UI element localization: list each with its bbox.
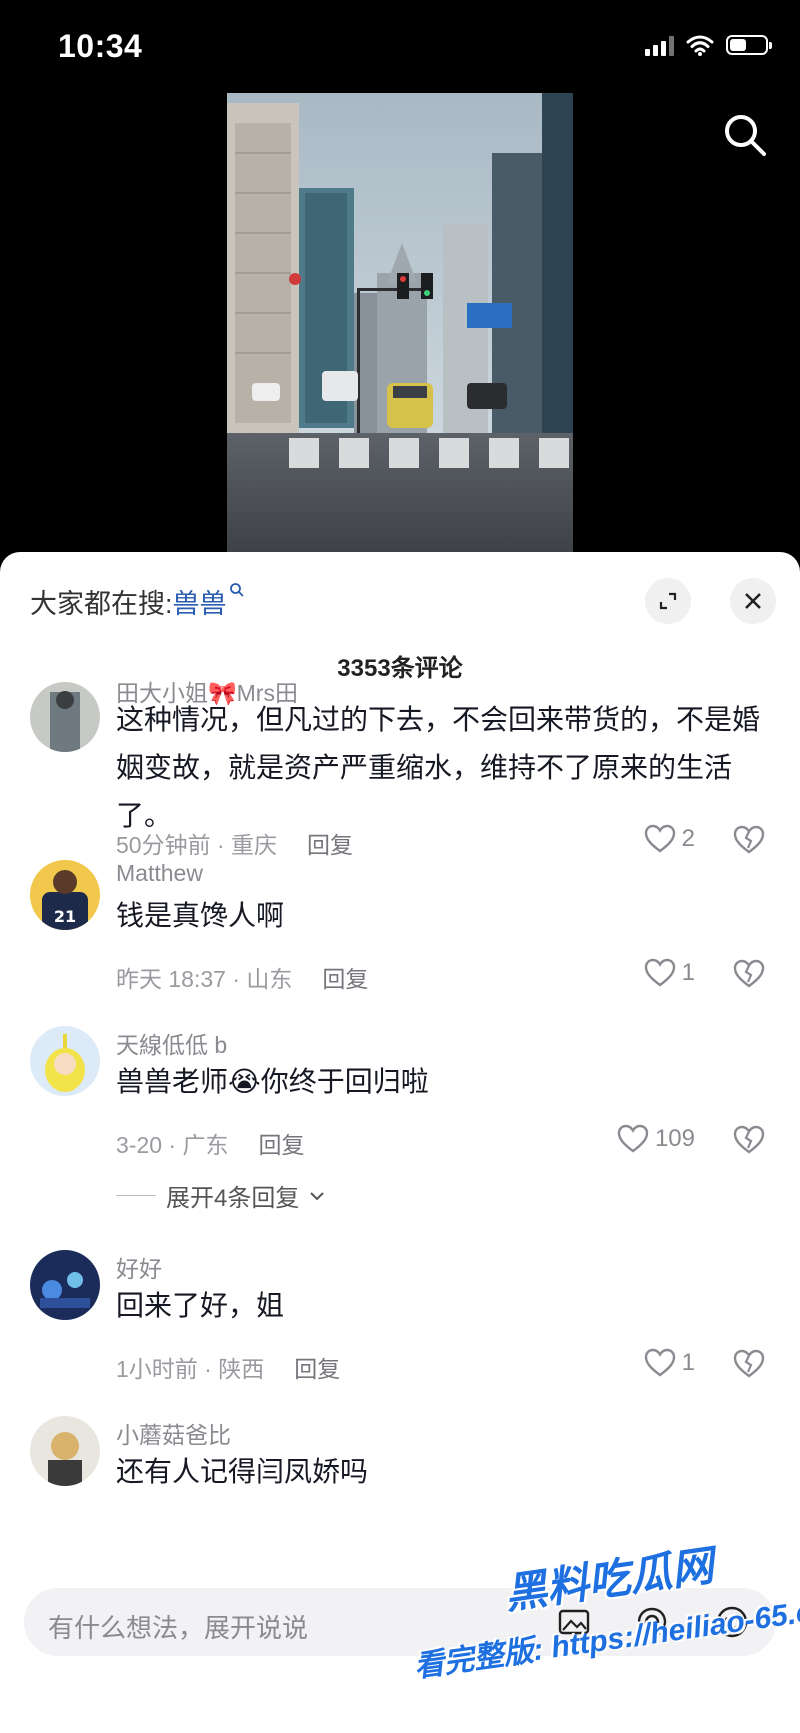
avatar[interactable]	[30, 1416, 100, 1486]
like-count: 2	[681, 825, 695, 852]
hot-search-prefix: 大家都在搜:	[30, 589, 173, 619]
svg-text:21: 21	[54, 907, 76, 926]
like-count: 109	[654, 1125, 695, 1152]
reply-button[interactable]: 回复	[322, 966, 368, 992]
comment-item: 21 Matthew 钱是真馋人啊 昨天 18:37 · 山东 回复 1	[0, 852, 800, 1002]
broken-heart-icon[interactable]	[732, 1124, 766, 1156]
comment-text-body: 还有人记得闫凤娇	[116, 1456, 341, 1487]
comment-text-suffix: 吗	[340, 1456, 369, 1487]
broken-heart-icon[interactable]	[732, 1348, 766, 1380]
battery-icon	[726, 35, 772, 55]
comment-time-location: 1小时前 · 陕西	[116, 1356, 265, 1382]
hot-search[interactable]: 大家都在搜:兽兽	[30, 582, 245, 621]
comment-username[interactable]: Matthew	[116, 860, 203, 887]
heart-icon	[644, 958, 675, 987]
avatar[interactable]	[30, 1250, 100, 1320]
comment-username[interactable]: 小蘑菇爸比	[116, 1416, 231, 1450]
chevron-down-icon	[310, 1191, 325, 1200]
like-count: 1	[681, 1349, 695, 1376]
expand-replies-button[interactable]: 展开4条回复	[116, 1178, 325, 1213]
comment-text: 还有人记得闫凤娇吗	[116, 1448, 776, 1488]
comment-item: 天線低低 b 兽兽老师😭你终于回归啦 3-20 · 广东 回复 109 展开4条回…	[0, 1018, 800, 1228]
like-button[interactable]: 2	[644, 824, 695, 854]
fullscreen-icon	[659, 592, 677, 610]
comment-meta: 昨天 18:37 · 山东 回复	[116, 960, 368, 994]
reply-button[interactable]: 回复	[258, 1132, 304, 1158]
hot-search-keyword[interactable]: 兽兽	[173, 589, 227, 619]
reply-button[interactable]: 回复	[294, 1356, 340, 1382]
comment-text: 回来了好，姐	[116, 1290, 285, 1321]
comment-username[interactable]: 天線低低 b	[116, 1026, 227, 1060]
expand-replies-label: 展开4条回复	[166, 1185, 300, 1212]
video-player[interactable]	[227, 93, 573, 553]
divider	[116, 1195, 156, 1196]
avatar[interactable]	[30, 1026, 100, 1096]
comment-time-location: 昨天 18:37 · 山东	[116, 966, 293, 992]
comment-text: 钱是真馋人啊	[116, 900, 285, 931]
comment-sheet-header: 大家都在搜:兽兽 3353条评论	[0, 552, 800, 682]
status-time: 10:34	[58, 28, 143, 64]
comment-input-placeholder: 有什么想法，展开说说	[48, 1613, 309, 1643]
comment-item: 小蘑菇爸比 还有人记得闫凤娇吗	[0, 1408, 800, 1528]
like-button[interactable]: 109	[617, 1124, 695, 1154]
close-icon	[745, 593, 761, 609]
heart-icon	[617, 1124, 649, 1153]
fullscreen-button[interactable]	[645, 578, 691, 624]
heart-icon	[644, 1348, 675, 1377]
comment-time-location: 3-20 · 广东	[116, 1132, 229, 1158]
comment-meta: 1小时前 · 陕西 回复	[116, 1350, 340, 1384]
wifi-icon	[686, 35, 714, 56]
avatar[interactable]	[30, 682, 100, 752]
comment-item: 田大小姐🎀Mrs田 这种情况，但凡过的下去，不会回来带货的，不是婚姻变故，就是资…	[0, 680, 800, 862]
like-button[interactable]: 1	[644, 1348, 695, 1378]
broken-heart-icon[interactable]	[732, 958, 766, 990]
comment-meta: 3-20 · 广东 回复	[116, 1126, 304, 1160]
comment-item: 好好 回来了好，姐 1小时前 · 陕西 回复 1	[0, 1242, 800, 1392]
comment-text: 这种情况，但凡过的下去，不会回来带货的，不是婚姻变故，就是资产严重缩水，维持不了…	[116, 704, 761, 831]
search-icon	[229, 583, 244, 597]
like-count: 1	[681, 959, 695, 986]
like-button[interactable]: 1	[644, 958, 695, 988]
signal-icon	[645, 34, 674, 56]
comment-username[interactable]: 好好	[116, 1250, 162, 1284]
search-icon[interactable]	[720, 110, 770, 160]
close-button[interactable]	[730, 578, 776, 624]
avatar[interactable]: 21	[30, 860, 100, 930]
status-bar: 10:34	[0, 0, 800, 96]
heart-icon	[644, 824, 675, 853]
comment-text: 兽兽老师😭你终于回归啦	[116, 1066, 429, 1097]
video-frame	[227, 93, 573, 553]
